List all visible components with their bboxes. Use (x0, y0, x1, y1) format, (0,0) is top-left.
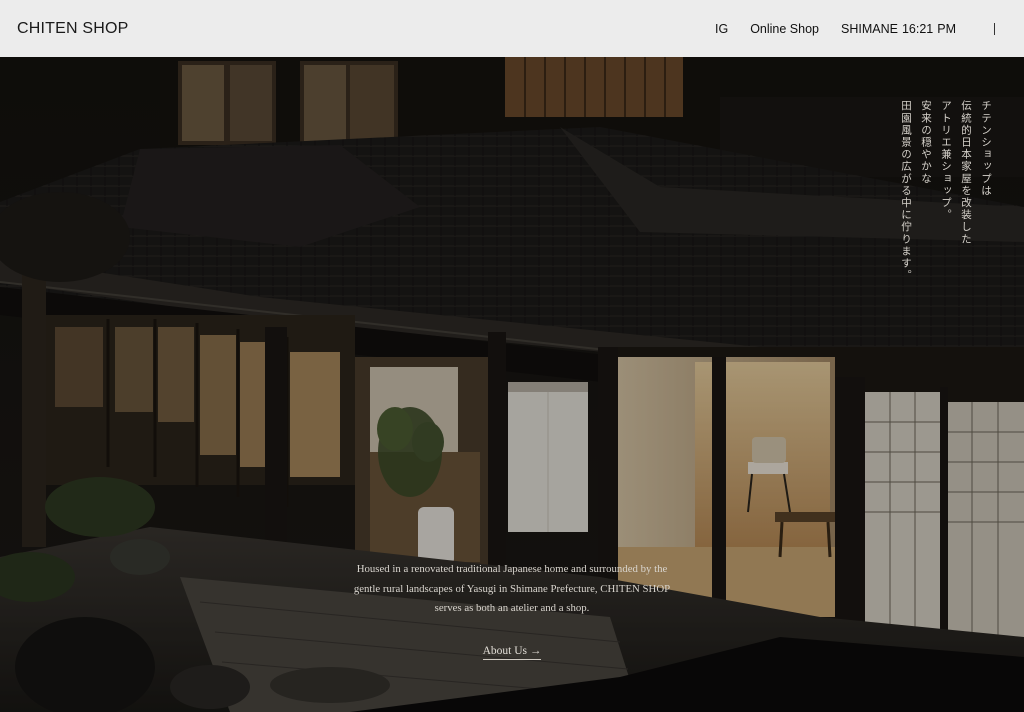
menu-toggle-icon[interactable] (994, 22, 995, 35)
hero-description: Housed in a renovated traditional Japane… (302, 560, 722, 619)
clock-ampm: PM (937, 21, 956, 36)
site-logo[interactable]: CHITEN SHOP (17, 20, 129, 38)
vertical-line: チテンショップは (980, 100, 992, 197)
about-us-link[interactable]: About Us → (482, 645, 542, 660)
vertical-line: 安来の穏やかな (920, 100, 932, 185)
description-line: serves as both an atelier and a shop. (434, 602, 590, 614)
main-nav: IG Online Shop SHIMANE 16:21 PM (715, 22, 1000, 36)
nav-instagram-link[interactable]: IG (715, 22, 728, 36)
nav-online-shop-link[interactable]: Online Shop (750, 22, 819, 36)
about-cta-wrap: About Us → (0, 641, 1024, 660)
hero-vertical-copy: チテンショップは 伝統的日本家屋を改装した アトリエ兼ショップ。 安来の穏やかな… (896, 100, 996, 282)
description-line: gentle rural landscapes of Yasugi in Shi… (353, 582, 671, 595)
site-header: CHITEN SHOP IG Online Shop SHIMANE 16:21… (0, 0, 1024, 57)
clock-time: 16:21 (901, 21, 934, 36)
clock-location: SHIMANE (841, 21, 898, 36)
vertical-line: 田園風景の広がる中に佇ります。 (900, 100, 912, 282)
description-line: Housed in a renovated traditional Japane… (356, 563, 668, 575)
vertical-line: 伝統的日本家屋を改装した (960, 100, 972, 246)
local-clock: SHIMANE 16:21 PM (841, 22, 956, 36)
hero-section: チテンショップは 伝統的日本家屋を改装した アトリエ兼ショップ。 安来の穏やかな… (0, 57, 1024, 712)
vertical-line: アトリエ兼ショップ。 (940, 100, 952, 221)
